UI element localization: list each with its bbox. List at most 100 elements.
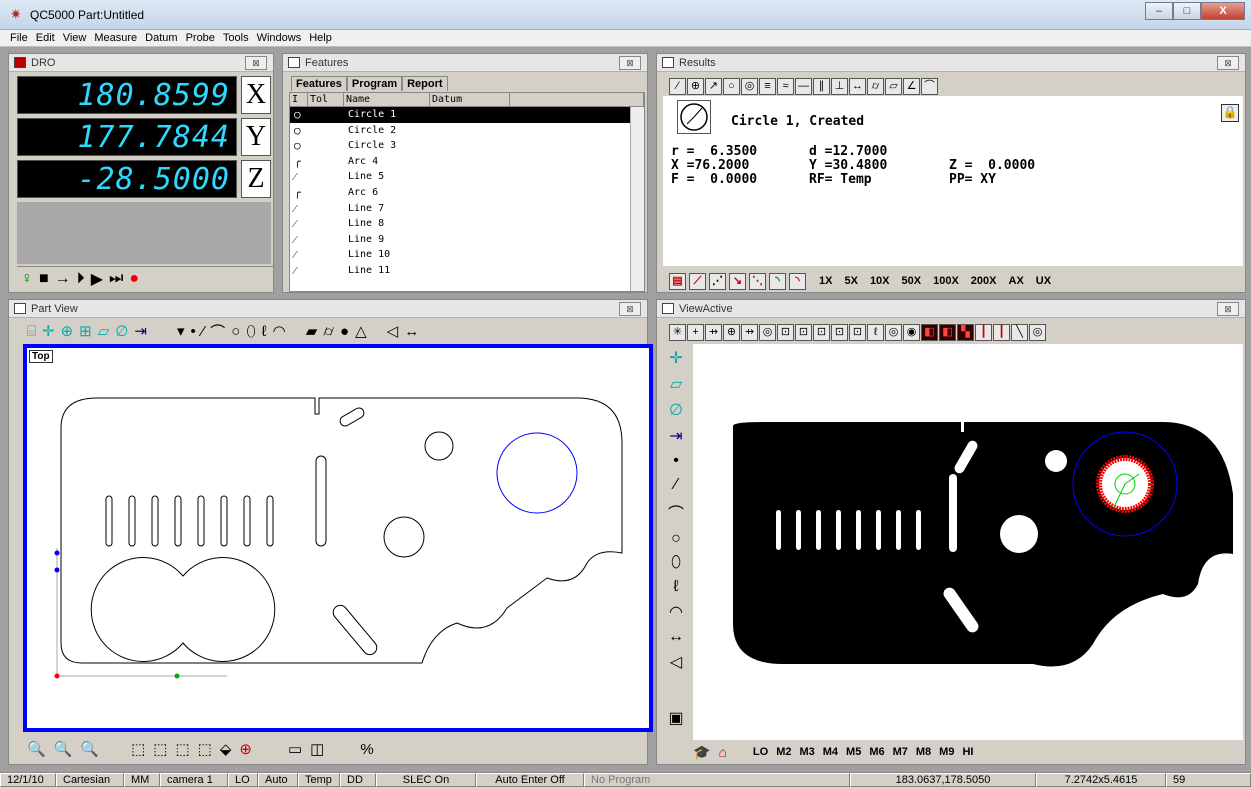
arc-profile-tool-icon[interactable]: ⌒ bbox=[921, 77, 938, 95]
angle-icon[interactable]: ◁ bbox=[387, 322, 399, 340]
percent-button[interactable]: % bbox=[360, 741, 373, 758]
profile-tool-icon[interactable]: ⌭ bbox=[867, 77, 884, 95]
v-arc-icon[interactable]: ⌒ bbox=[668, 500, 684, 524]
parallel-tool-icon[interactable]: ∥ bbox=[813, 77, 830, 95]
feature-row[interactable]: ╭ Arc 6 bbox=[290, 185, 644, 201]
menu-tools[interactable]: Tools bbox=[219, 30, 253, 46]
zoom-ax[interactable]: AX bbox=[1009, 275, 1024, 287]
v-arrow-icon[interactable]: ⇥ bbox=[669, 426, 682, 446]
step-play-icon[interactable]: ⏵ bbox=[77, 270, 85, 288]
concentric-tool-icon[interactable]: ◎ bbox=[741, 77, 758, 95]
status-angle-format[interactable]: DD bbox=[340, 773, 376, 787]
lens-m5[interactable]: M5 bbox=[846, 746, 861, 758]
status-coord-system[interactable]: Cartesian bbox=[56, 773, 124, 787]
view-rotate-icon[interactable]: ⬙ bbox=[220, 740, 232, 758]
edge-spark-icon[interactable]: ✳ bbox=[669, 323, 686, 341]
feature-row[interactable]: ⁄ Line 11 bbox=[290, 263, 644, 279]
status-auto[interactable]: Auto bbox=[258, 773, 298, 787]
zoom-5x[interactable]: 5X bbox=[844, 275, 857, 287]
close-button[interactable]: X bbox=[1201, 2, 1245, 20]
menu-help[interactable]: Help bbox=[305, 30, 336, 46]
circle-tool-icon[interactable]: ○ bbox=[723, 77, 740, 95]
zoom-200x[interactable]: 200X bbox=[971, 275, 997, 287]
status-slec[interactable]: SLEC On bbox=[376, 773, 476, 787]
v-blob-icon[interactable]: ℓ bbox=[673, 578, 678, 596]
point-tool-icon[interactable]: ⁄ bbox=[669, 77, 686, 95]
plane-construct-icon[interactable]: ⌸ bbox=[27, 323, 36, 340]
edge-bar2-icon[interactable]: ┃ bbox=[993, 323, 1010, 341]
menu-file[interactable]: File bbox=[6, 30, 32, 46]
v-angle-icon[interactable]: ◁ bbox=[670, 652, 682, 672]
status-camera[interactable]: camera 1 bbox=[160, 773, 228, 787]
menu-measure[interactable]: Measure bbox=[90, 30, 141, 46]
status-lens[interactable]: LO bbox=[228, 773, 258, 787]
play-to-end-icon[interactable]: ⏭ bbox=[109, 270, 123, 288]
cone-icon[interactable]: △ bbox=[355, 322, 367, 340]
v-camera-icon[interactable]: ▣ bbox=[668, 708, 683, 728]
minimize-button[interactable]: – bbox=[1145, 2, 1173, 20]
probe-edge-icon[interactable]: ⟋ bbox=[689, 272, 706, 290]
perpendicular-tool-icon[interactable]: ⊥ bbox=[831, 77, 848, 95]
edge-cross-icon[interactable]: + bbox=[687, 323, 704, 341]
point-icon[interactable]: • bbox=[190, 323, 195, 340]
dome-icon[interactable]: ◠ bbox=[273, 322, 286, 340]
menu-view[interactable]: View bbox=[59, 30, 91, 46]
menu-datum[interactable]: Datum bbox=[141, 30, 181, 46]
zoom-50x[interactable]: 50X bbox=[902, 275, 922, 287]
tab-features[interactable]: Features bbox=[291, 76, 347, 91]
edge-pointer-icon[interactable]: ⇸ bbox=[741, 323, 758, 341]
slot-icon[interactable]: ⬯ bbox=[246, 323, 255, 340]
zoom-100x[interactable]: 100X bbox=[933, 275, 959, 287]
dro-close-button[interactable]: ⊠ bbox=[245, 56, 267, 70]
col-tol[interactable]: Tol bbox=[308, 93, 344, 106]
arrow-construct-icon[interactable]: ⇥ bbox=[134, 322, 147, 340]
lens-m8[interactable]: M8 bbox=[916, 746, 931, 758]
features-close-button[interactable]: ⊠ bbox=[619, 56, 641, 70]
dro-axis-z[interactable]: Z bbox=[241, 160, 271, 198]
edge-box4-icon[interactable]: ⊡ bbox=[831, 323, 848, 341]
record-icon[interactable]: ● bbox=[129, 270, 139, 288]
dro-axis-x[interactable]: X bbox=[241, 76, 271, 114]
feature-row[interactable]: ⁄ Line 5 bbox=[290, 169, 644, 185]
play-icon[interactable]: ▶ bbox=[91, 269, 103, 289]
step-arrow-icon[interactable]: → bbox=[55, 270, 71, 288]
lock-icon[interactable]: 🔒 bbox=[1221, 104, 1239, 122]
grid-construct-icon[interactable]: ⊞ bbox=[79, 322, 92, 340]
probe-trace-icon[interactable]: ⋰ bbox=[709, 272, 726, 290]
feature-row[interactable]: ⁄ Line 10 bbox=[290, 247, 644, 263]
blob-icon[interactable]: ℓ bbox=[262, 323, 267, 340]
v-circle-icon[interactable]: ○ bbox=[671, 530, 681, 548]
edge-target-icon[interactable]: ⊕ bbox=[723, 323, 740, 341]
edge-target2-icon[interactable]: ◎ bbox=[1029, 323, 1046, 341]
status-auto-enter[interactable]: Auto Enter Off bbox=[476, 773, 584, 787]
edge-slash-icon[interactable]: ╲ bbox=[1011, 323, 1028, 341]
record-teach-icon[interactable]: ♀ bbox=[21, 270, 33, 288]
edge-mark3-icon[interactable]: ▚ bbox=[957, 323, 974, 341]
sphere-icon[interactable]: ● bbox=[340, 323, 349, 340]
edge-mark1-icon[interactable]: ◧ bbox=[921, 323, 938, 341]
zoom-10x[interactable]: 10X bbox=[870, 275, 890, 287]
single-view-icon[interactable]: ▭ bbox=[288, 740, 302, 758]
line-tool-icon[interactable]: — bbox=[795, 77, 812, 95]
lens-hi[interactable]: HI bbox=[962, 746, 973, 758]
edge-ring-icon[interactable]: ◎ bbox=[885, 323, 902, 341]
v-slot2-icon[interactable]: ⬯ bbox=[671, 554, 681, 572]
lens-m2[interactable]: M2 bbox=[776, 746, 791, 758]
home-icon[interactable]: ⌂ bbox=[718, 744, 726, 760]
v-distance-icon[interactable]: ↔ bbox=[668, 628, 684, 646]
menu-edit[interactable]: Edit bbox=[32, 30, 59, 46]
crosshair-tool-icon[interactable]: ⊕ bbox=[687, 77, 704, 95]
feature-row[interactable]: ○ Circle 3 bbox=[290, 138, 644, 154]
probe-report-icon[interactable]: ▤ bbox=[669, 272, 686, 290]
edge-box3-icon[interactable]: ⊡ bbox=[813, 323, 830, 341]
distance-tool-icon[interactable]: ↔ bbox=[849, 77, 866, 95]
dro-axis-y[interactable]: Y bbox=[241, 118, 271, 156]
loop-construct-icon[interactable]: ∅ bbox=[115, 322, 128, 340]
col-datum[interactable]: Datum bbox=[430, 93, 510, 106]
feature-row[interactable]: ⁄ Line 8 bbox=[290, 216, 644, 232]
results-close-button[interactable]: ⊠ bbox=[1217, 56, 1239, 70]
parallelogram-tool-icon[interactable]: ▱ bbox=[885, 77, 902, 95]
partview-canvas[interactable]: Top bbox=[23, 344, 653, 732]
edge-arrow-icon[interactable]: ⇸ bbox=[705, 323, 722, 341]
zoom-ux[interactable]: UX bbox=[1036, 275, 1051, 287]
